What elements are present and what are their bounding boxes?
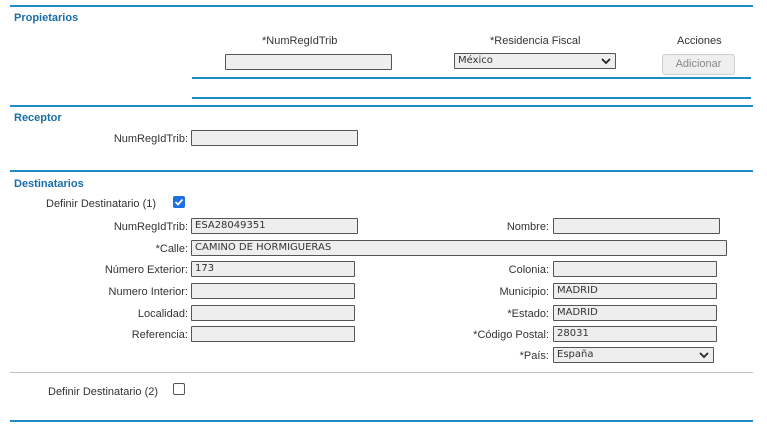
- nombre-label: Nombre:: [506, 221, 549, 233]
- localidad-input[interactable]: [191, 305, 355, 321]
- colonia-label: Colonia:: [508, 264, 549, 276]
- residencia-fiscal-value: México: [458, 55, 493, 66]
- destinatario-divider: [10, 372, 753, 373]
- chevron-down-icon: [699, 352, 709, 359]
- numero-interior-label: Numero Interior:: [108, 286, 188, 298]
- referencia-label: Referencia:: [131, 329, 188, 341]
- pais-label: *País:: [519, 350, 549, 362]
- receptor-top-rule: [10, 105, 753, 107]
- checkmark-icon: [174, 198, 184, 206]
- numero-interior-input[interactable]: [191, 283, 355, 299]
- estado-input[interactable]: MADRID: [553, 305, 717, 321]
- calle-label: *Calle:: [155, 243, 188, 255]
- pais-select[interactable]: España: [553, 347, 714, 363]
- dest-numregidtrib-input[interactable]: ESA28049351: [191, 218, 358, 234]
- referencia-input[interactable]: [191, 326, 355, 342]
- localidad-label: Localidad:: [137, 308, 188, 320]
- definir-destinatario-1-checkbox[interactable]: [173, 196, 185, 208]
- propietarios-title: Propietarios: [14, 12, 79, 24]
- municipio-label: Municipio:: [499, 286, 549, 298]
- nombre-input[interactable]: [553, 218, 720, 234]
- dest-numregidtrib-label: NumRegIdTrib:: [113, 221, 188, 233]
- definir-destinatario-1-label: Definir Destinatario (1): [46, 198, 157, 210]
- calle-input[interactable]: CAMINO DE HORMIGUERAS: [191, 240, 727, 256]
- definir-destinatario-2-label: Definir Destinatario (2): [48, 386, 159, 398]
- bottom-rule: [10, 420, 753, 422]
- numero-exterior-label: Número Exterior:: [104, 264, 188, 276]
- chevron-down-icon: [601, 58, 611, 65]
- destinatarios-top-rule: [10, 170, 753, 172]
- destinatarios-title: Destinatarios: [14, 178, 84, 190]
- propietarios-table-bottom-rule: [192, 97, 751, 99]
- propietarios-table-top-rule: [192, 77, 751, 79]
- receptor-numregidtrib-input[interactable]: [191, 130, 358, 146]
- definir-destinatario-2-checkbox[interactable]: [173, 383, 185, 395]
- estado-label: *Estado:: [507, 308, 549, 320]
- pais-value: España: [557, 349, 594, 360]
- codigo-postal-label: *Código Postal:: [473, 329, 549, 341]
- residencia-fiscal-select[interactable]: México: [454, 53, 616, 69]
- col-header-numregidtrib: *NumRegIdTrib: [262, 35, 338, 47]
- propietario-numregidtrib-input[interactable]: [225, 54, 392, 70]
- propietarios-top-rule: [10, 5, 753, 7]
- col-header-acciones: Acciones: [677, 35, 722, 47]
- colonia-input[interactable]: [553, 261, 717, 277]
- municipio-input[interactable]: MADRID: [553, 283, 717, 299]
- numero-exterior-input[interactable]: 173: [191, 261, 355, 277]
- adicionar-button[interactable]: Adicionar: [662, 54, 735, 75]
- col-header-residencia-fiscal: *Residencia Fiscal: [490, 35, 581, 47]
- codigo-postal-input[interactable]: 28031: [553, 326, 717, 342]
- receptor-numregidtrib-label: NumRegIdTrib:: [113, 133, 188, 145]
- receptor-title: Receptor: [14, 112, 62, 124]
